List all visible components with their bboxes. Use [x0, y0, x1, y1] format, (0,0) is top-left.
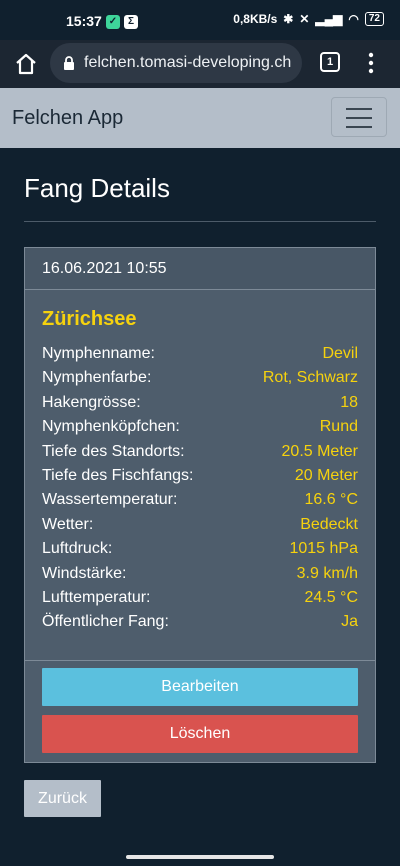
detail-value: 1015 hPa [289, 540, 358, 558]
more-menu-icon[interactable] [364, 51, 378, 75]
home-icon[interactable] [12, 50, 40, 78]
detail-label: Tiefe des Standorts: [42, 442, 185, 460]
status-icons: 0,8KB/s ✱ ✕ ▂▄▆ ◠ 72 [233, 12, 384, 26]
detail-row: Wetter: Bedeckt [42, 514, 358, 538]
detail-value: 20 Meter [294, 466, 358, 484]
detail-value: Ja [341, 613, 358, 631]
detail-value: Devil [322, 345, 358, 362]
status-time: 15:37 [66, 13, 102, 29]
back-button[interactable]: Zurück [24, 780, 101, 817]
network-speed: 0,8KB/s [233, 12, 278, 26]
page-title: Fang Details [24, 173, 170, 203]
detail-label: Luftdruck: [42, 540, 113, 558]
address-bar[interactable]: felchen.tomasi-developing.ch [50, 43, 302, 83]
detail-value: Rund [319, 418, 358, 436]
delete-button[interactable]: Löschen [42, 715, 358, 753]
detail-row: Lufttemperatur: 24.5 °C [42, 587, 358, 611]
detail-row: Nymphenfarbe: Rot, Schwarz [42, 367, 358, 391]
browser-toolbar: felchen.tomasi-developing.ch 1 [0, 40, 400, 88]
detail-label: Wassertemperatur: [42, 491, 178, 509]
detail-value: 3.9 km/h [296, 564, 358, 582]
detail-row: Tiefe des Standorts: 20.5 Meter [42, 441, 358, 465]
detail-value: 20.5 Meter [281, 442, 358, 460]
card-header: 16.06.2021 10:55 [25, 248, 375, 290]
app-brand[interactable]: Felchen App [12, 107, 123, 130]
detail-label: Wetter: [42, 515, 94, 533]
detail-row: Nymphenname: Devil [42, 343, 358, 367]
detail-label: Nymphenköpfchen: [42, 418, 180, 436]
detail-row: Hakengrösse: 18 [42, 392, 358, 416]
detail-label: Nymphenname: [42, 345, 155, 362]
shield-icon: ✓ [106, 15, 120, 29]
catch-datetime: 16.06.2021 10:55 [42, 260, 167, 277]
hamburger-line [346, 117, 372, 119]
detail-list: Nymphenname: Devil Nymphenfarbe: Rot, Schw… [42, 343, 358, 636]
mute-icon: ✕ [299, 12, 310, 26]
detail-row: Nymphenköpfchen: Rund [42, 416, 358, 440]
detail-label: Lufttemperatur: [42, 588, 151, 606]
signal-icon: ▂▄▆ [315, 12, 343, 26]
sigma-icon: Σ [124, 15, 138, 29]
lake-name: Zürichsee [42, 308, 137, 330]
detail-label: Tiefe des Fischfangs: [42, 466, 194, 484]
edit-button[interactable]: Bearbeiten [42, 668, 358, 706]
lock-icon [64, 56, 74, 70]
app-navbar: Felchen App [0, 88, 400, 148]
detail-row: Öffentlicher Fang: Ja [42, 611, 358, 635]
detail-row: Luftdruck: 1015 hPa [42, 538, 358, 562]
gesture-bar[interactable] [126, 855, 274, 859]
detail-value: 18 [340, 393, 358, 411]
url-text: felchen.tomasi-developing.ch [84, 54, 292, 71]
battery-icon: 72 [364, 12, 384, 26]
wifi-icon: ◠ [348, 12, 359, 26]
hamburger-line [346, 126, 372, 128]
hamburger-menu-button[interactable] [331, 97, 387, 137]
detail-label: Windstärke: [42, 564, 127, 582]
detail-value: 24.5 °C [304, 588, 358, 606]
tab-switcher-button[interactable]: 1 [320, 52, 340, 72]
detail-label: Hakengrösse: [42, 393, 141, 411]
hamburger-line [346, 108, 372, 110]
bluetooth-icon: ✱ [283, 12, 294, 26]
detail-label: Nymphenfarbe: [42, 369, 152, 387]
status-bar: 15:37 ✓ Σ 0,8KB/s ✱ ✕ ▂▄▆ ◠ 72 [0, 0, 400, 40]
detail-value: Rot, Schwarz [262, 369, 358, 387]
detail-value: 16.6 °C [304, 491, 358, 509]
detail-label: Öffentlicher Fang: [42, 613, 169, 631]
title-divider [24, 221, 376, 222]
detail-row: Windstärke: 3.9 km/h [42, 563, 358, 587]
detail-row: Tiefe des Fischfangs: 20 Meter [42, 465, 358, 489]
catch-card: 16.06.2021 10:55 Zürichsee Nymphenname: D… [24, 247, 376, 763]
detail-value: Bedeckt [300, 515, 358, 533]
detail-row: Wassertemperatur: 16.6 °C [42, 489, 358, 513]
